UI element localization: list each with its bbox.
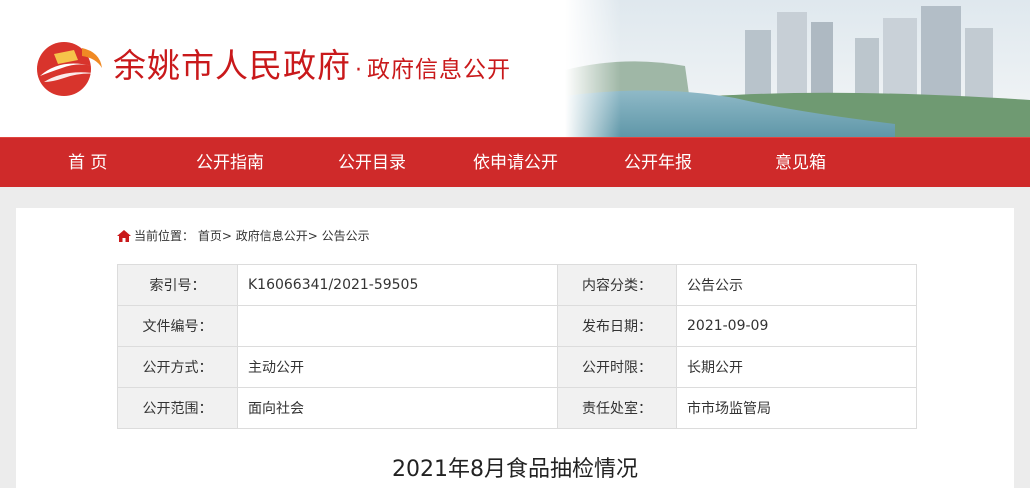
table-row: 索引号： K16066341/2021-59505 内容分类： 公告公示 — [117, 264, 917, 306]
main-content: 当前位置： 首页> 政府信息公开> 公告公示 索引号： K16066341/20… — [16, 208, 1014, 488]
site-name: 余姚市人民政府 — [113, 46, 351, 85]
breadcrumb: 当前位置： 首页> 政府信息公开> 公告公示 — [117, 228, 370, 244]
disclosure-scope-value: 面向社会 — [237, 387, 558, 429]
article-title: 2021年8月食品抽检情况 — [392, 457, 638, 482]
disclosure-period-label: 公开时限： — [557, 346, 677, 388]
publish-date-value: 2021-09-09 — [676, 305, 917, 347]
site-header: 余姚市人民政府 · 政府信息公开 — [0, 0, 1030, 137]
table-row: 公开范围： 面向社会 责任处室： 市市场监管局 — [117, 387, 917, 429]
index-number-label: 索引号： — [117, 264, 238, 306]
breadcrumb-separator: > — [221, 229, 232, 243]
category-label: 内容分类： — [557, 264, 677, 306]
nav-item-home[interactable]: 首 页 — [68, 138, 107, 188]
home-icon — [117, 230, 131, 242]
breadcrumb-home[interactable]: 首页 — [198, 229, 222, 243]
nav-item-feedback[interactable]: 意见箱 — [775, 138, 826, 188]
main-nav: 首 页 公开指南 公开目录 依申请公开 公开年报 意见箱 — [0, 137, 1030, 187]
nav-item-catalog[interactable]: 公开目录 — [338, 138, 406, 188]
index-number-value: K16066341/2021-59505 — [237, 264, 558, 306]
document-number-value — [237, 305, 558, 347]
document-meta-table: 索引号： K16066341/2021-59505 内容分类： 公告公示 文件编… — [117, 264, 917, 429]
category-value: 公告公示 — [676, 264, 917, 306]
table-row: 文件编号： 发布日期： 2021-09-09 — [117, 305, 917, 347]
disclosure-period-value: 长期公开 — [676, 346, 917, 388]
disclosure-method-value: 主动公开 — [237, 346, 558, 388]
responsible-dept-label: 责任处室： — [557, 387, 677, 429]
breadcrumb-announcements[interactable]: 公告公示 — [322, 229, 370, 243]
breadcrumb-info-disclosure[interactable]: 政府信息公开 — [236, 229, 308, 243]
title-separator: · — [355, 58, 363, 83]
government-logo-icon[interactable] — [30, 38, 106, 98]
city-skyline-banner-image — [565, 0, 1030, 137]
site-title[interactable]: 余姚市人民政府 · 政府信息公开 — [113, 44, 511, 93]
responsible-dept-value: 市市场监管局 — [676, 387, 917, 429]
breadcrumb-separator: > — [307, 229, 318, 243]
nav-item-request[interactable]: 依申请公开 — [473, 138, 558, 188]
nav-item-annual-report[interactable]: 公开年报 — [624, 138, 692, 188]
section-name: 政府信息公开 — [367, 57, 511, 83]
table-row: 公开方式： 主动公开 公开时限： 长期公开 — [117, 346, 917, 388]
document-number-label: 文件编号： — [117, 305, 238, 347]
disclosure-scope-label: 公开范围： — [117, 387, 238, 429]
nav-item-guide[interactable]: 公开指南 — [196, 138, 264, 188]
disclosure-method-label: 公开方式： — [117, 346, 238, 388]
breadcrumb-prefix: 当前位置： — [134, 229, 195, 243]
publish-date-label: 发布日期： — [557, 305, 677, 347]
